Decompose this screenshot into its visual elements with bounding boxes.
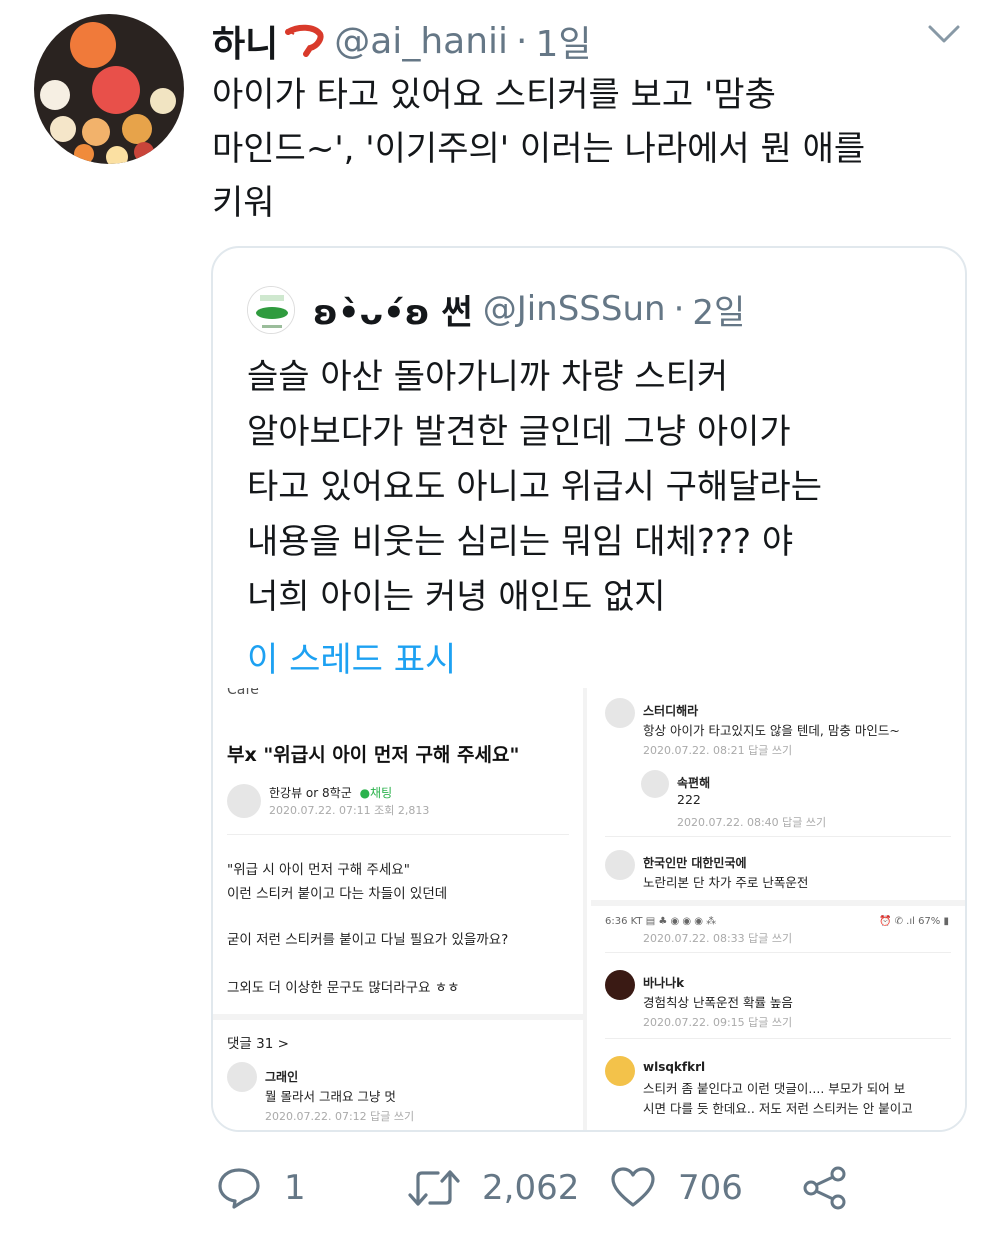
divider: [227, 834, 569, 835]
comment-avatar: [605, 850, 635, 880]
like-button[interactable]: 706: [610, 1160, 743, 1216]
author-avatar[interactable]: [34, 14, 184, 164]
cafe-author-name: 한강뷰 or 8학군 ●채팅: [269, 784, 392, 801]
reply-button[interactable]: 1: [216, 1160, 306, 1216]
cafe-body-line: "위급 시 아이 먼저 구해 주세요": [227, 862, 410, 878]
cafe-post-title: 부x "위급시 아이 먼저 구해 주세요": [227, 744, 520, 766]
share-button[interactable]: [802, 1160, 848, 1216]
divider: [605, 952, 951, 953]
comment-author: wlsqkfkrl: [643, 1060, 706, 1074]
tweet-text: 아이가 타고 있어요 스티커를 보고 '맘충 마인드~', '이기주의' 이러는…: [212, 68, 972, 230]
cafe-body-line: 그외도 더 이상한 문구도 많더라구요 ㅎㅎ: [227, 980, 460, 996]
comment-avatar: [605, 970, 635, 1000]
comment-date: 2020.07.22. 09:15 답글 쓰기: [643, 1016, 793, 1029]
quoted-text-line: 슬슬 아산 돌아가니까 차량 스티커: [247, 357, 729, 397]
quoted-tweet-header: ʚ•̀ᴗ•́ʚ 썬 @JinSSSun · 2일: [313, 284, 745, 334]
quoted-tweet-card[interactable]: ʚ•̀ᴗ•́ʚ 썬 @JinSSSun · 2일 슬슬 아산 돌아가니까 차량 …: [211, 246, 967, 1132]
author-handle[interactable]: @ai_hanii: [334, 21, 508, 62]
more-options-chevron-down-icon[interactable]: [926, 22, 962, 46]
divider: [213, 1014, 583, 1020]
comment-author: 속편해: [677, 776, 711, 790]
retweet-icon: [408, 1170, 460, 1206]
quoted-author-avatar: [247, 286, 295, 334]
comment-author: 스터디해라: [643, 704, 699, 718]
phone-status-bar-left: 6:36 KT ▤ ♣ ◉ ◉ ◉ ⁂: [605, 916, 717, 927]
comment-date: 2020.07.22. 08:40 답글 쓰기: [677, 816, 827, 829]
comment-text: 뭘 몰라서 그래요 그냥 멋: [265, 1089, 396, 1104]
divider: [591, 900, 965, 906]
comment-text: 노란리본 단 차가 주로 난폭운전: [643, 875, 809, 890]
cafe-author-avatar: [227, 784, 261, 818]
quoted-text-line: 너희 아이는 커녕 애인도 없지: [247, 577, 666, 617]
comment-date: 2020.07.22. 08:33 답글 쓰기: [643, 932, 793, 945]
attached-image-comments[interactable]: 스터디해라 항상 아이가 타고있지도 않을 텐데, 맘충 마인드~ 2020.0…: [591, 688, 965, 1130]
quoted-time-separator: ·: [673, 289, 685, 329]
comment-text: 항상 아이가 타고있지도 않을 텐데, 맘충 마인드~: [643, 723, 900, 738]
author-name[interactable]: 하니: [212, 15, 278, 67]
comment-avatar: [605, 1056, 635, 1086]
quoted-tweet-time: 2일: [692, 292, 746, 333]
show-thread-link[interactable]: 이 스레드 표시: [247, 632, 456, 681]
comment-text: 시면 다를 듯 한데요.. 저도 저런 스티커는 안 붙이고: [643, 1101, 913, 1116]
like-count: 706: [678, 1168, 743, 1208]
tweet-text-line: 아이가 타고 있어요 스티커를 보고 '맘충: [212, 75, 776, 115]
cafe-author-name-text: 한강뷰 or 8학군: [269, 786, 352, 800]
reply-icon: [218, 1168, 260, 1209]
cafe-chat-badge: ●채팅: [359, 786, 393, 800]
tweet-header: 하니 @ai_hanii · 1일: [212, 16, 592, 66]
comment-avatar: [227, 1062, 257, 1092]
divider: [605, 836, 951, 837]
time-separator: ·: [516, 20, 528, 62]
quoted-author-handle: @JinSSSun: [482, 289, 666, 329]
tweet-time[interactable]: 1일: [535, 15, 591, 67]
comment-author: 한국인만 대한민국에: [643, 856, 747, 870]
heart-icon: [611, 1167, 655, 1207]
tweet-text-line: 마인드~', '이기주의' 이러는 나라에서 뭔 애를: [212, 129, 866, 169]
share-icon: [803, 1166, 846, 1210]
cafe-post-date: 2020.07.22. 07:11 조회 2,813: [269, 804, 430, 817]
shrimp-emoji-icon: [284, 24, 324, 58]
tweet-text-line: 키워: [212, 183, 275, 223]
comment-text: 스티커 좀 붙인다고 이런 댓글이.... 부모가 되어 보: [643, 1081, 906, 1096]
comment-text: 222: [677, 792, 701, 807]
cafe-body-line: 굳이 저런 스티커를 붙이고 다닐 필요가 있을까요?: [227, 932, 509, 948]
comment-author: 그래인: [265, 1070, 299, 1084]
reply-count: 1: [284, 1168, 306, 1208]
attached-images[interactable]: Cafe 부x "위급시 아이 먼저 구해 주세요" 한강뷰 or 8학군 ●채…: [213, 688, 965, 1130]
quoted-text-line: 내용을 비웃는 심리는 뭐임 대체??? 야: [247, 522, 794, 562]
retweet-button[interactable]: 2,062: [408, 1160, 579, 1216]
quoted-tweet-text: 슬슬 아산 돌아가니까 차량 스티커 알아보다가 발견한 글인데 그냥 아이가 …: [247, 350, 947, 625]
retweet-count: 2,062: [482, 1168, 580, 1208]
comment-author: 바나나k: [643, 976, 685, 990]
tweet-actions: 1 2,062 706: [212, 1160, 972, 1216]
divider: [605, 1038, 951, 1039]
comment-text: 경험칙상 난폭운전 확률 높음: [643, 995, 793, 1010]
cafe-comments-count: 댓글 31 >: [227, 1036, 289, 1052]
cafe-header-crop: Cafe: [227, 688, 259, 698]
comment-avatar: [641, 770, 669, 798]
comment-date: 2020.07.22. 07:12 답글 쓰기: [265, 1110, 415, 1123]
quoted-author-name: ʚ•̀ᴗ•́ʚ 썬: [313, 292, 473, 333]
cafe-body-line: 이런 스티커 붙이고 다는 차들이 있던데: [227, 886, 448, 902]
phone-status-bar-right: ⏰ ✆ .ıl 67% ▮: [878, 916, 949, 927]
attached-image-cafe-post[interactable]: Cafe 부x "위급시 아이 먼저 구해 주세요" 한강뷰 or 8학군 ●채…: [213, 688, 587, 1130]
quoted-text-line: 알아보다가 발견한 글인데 그냥 아이가: [247, 412, 791, 452]
comment-date: 2020.07.22. 08:21 답글 쓰기: [643, 744, 793, 757]
quoted-text-line: 타고 있어요도 아니고 위급시 구해달라는: [247, 467, 822, 507]
comment-avatar: [605, 698, 635, 728]
